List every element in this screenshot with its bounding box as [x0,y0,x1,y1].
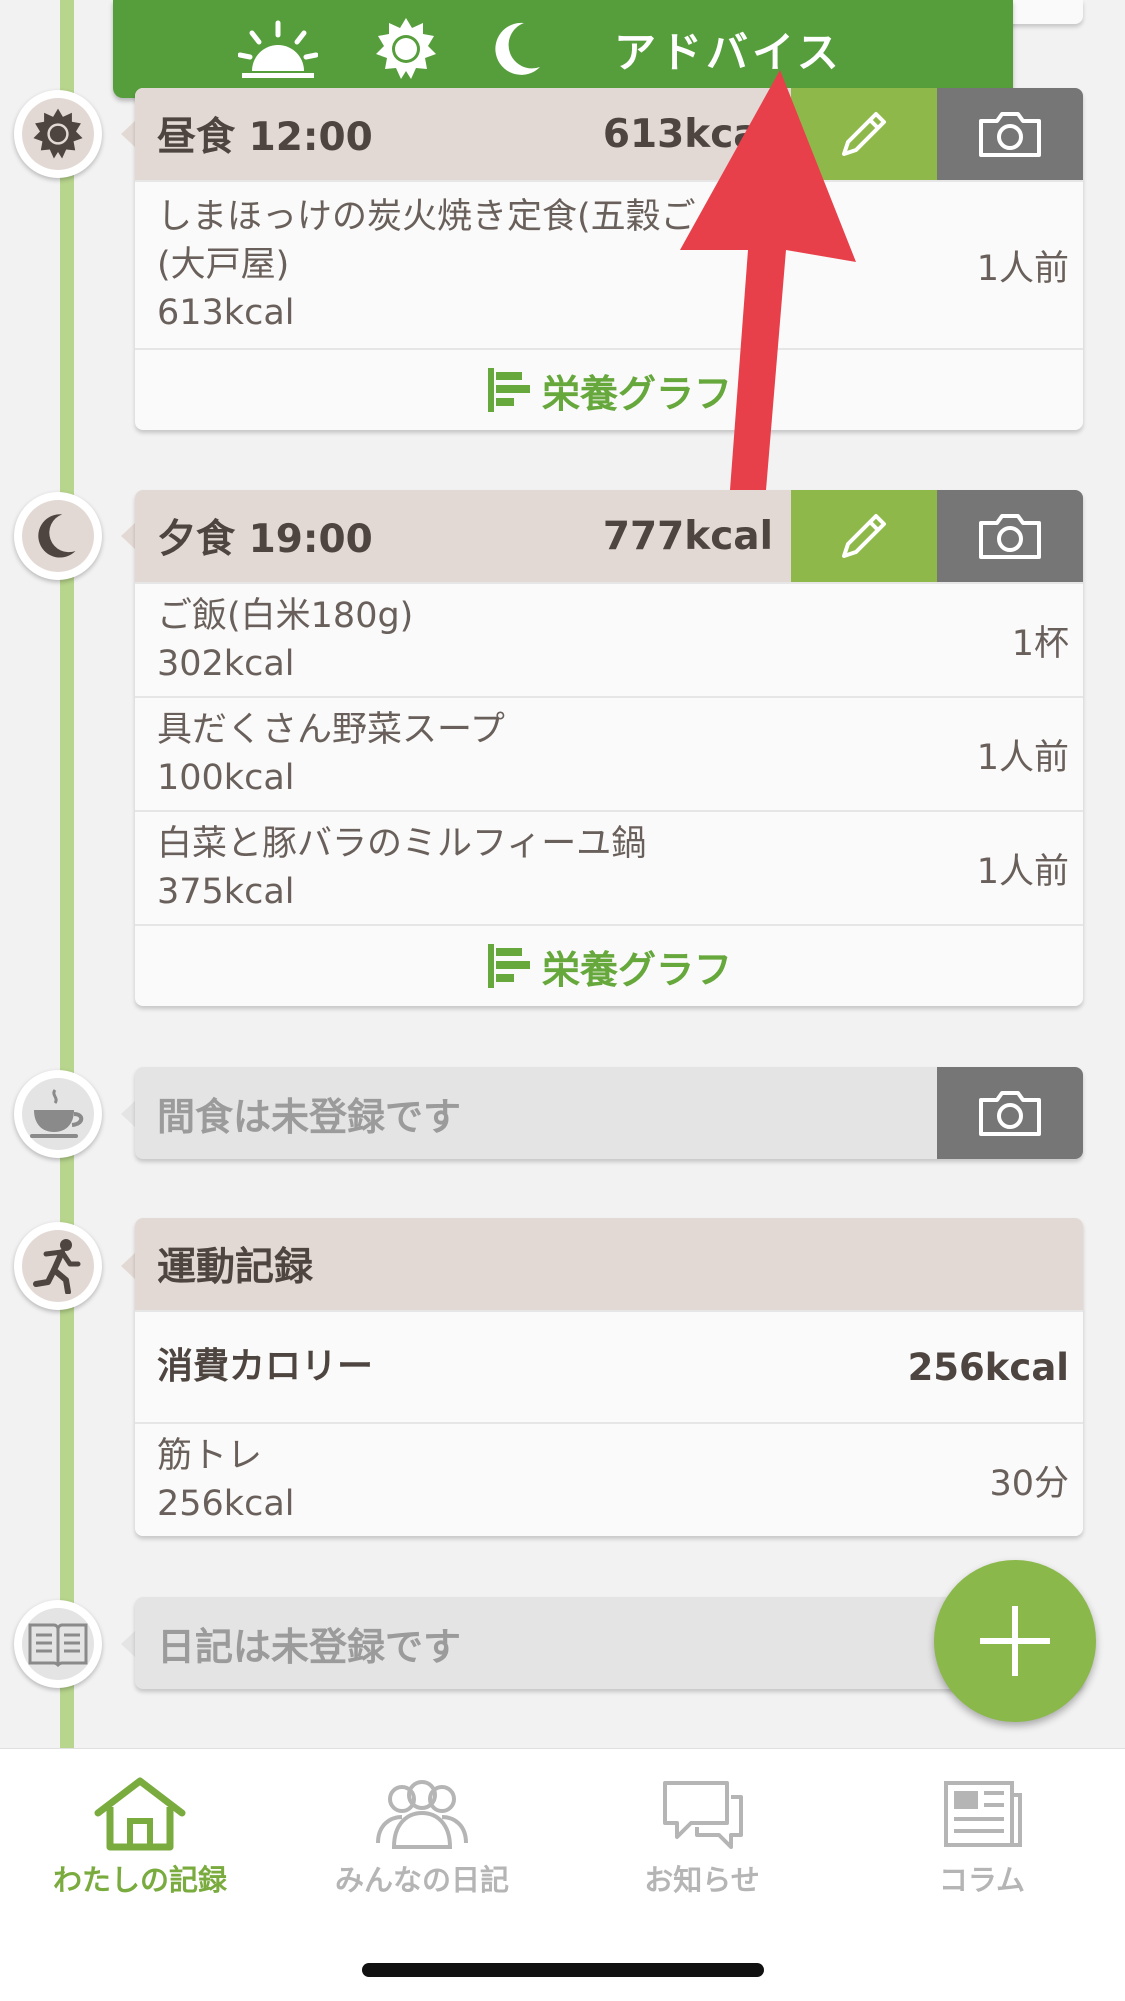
lunch-node [14,90,102,178]
diary-pointer [121,1630,136,1658]
dinner-title: 夕食 19:00 [157,517,373,562]
lunch-pointer [121,120,136,148]
newspaper-icon [944,1781,1022,1847]
exercise-title: 運動記録 [157,1245,314,1290]
home-icon [94,1777,186,1851]
tab-label: コラム [938,1863,1026,1897]
exercise-node [14,1222,102,1310]
food-kcal: 613kcal [157,293,295,333]
dinner-card: 夕食 19:00 777kcal ご飯(白米180g) 302kcal 1杯 具… [135,490,1083,1006]
exercise-header[interactable]: 運動記録 [135,1218,1083,1310]
food-quantity: 1人前 [976,851,1069,892]
bar-chart-icon [487,944,530,988]
calories-burned-label: 消費カロリー [157,1346,374,1387]
advice-label: アドバイス [614,27,843,77]
dinner-header[interactable]: 夕食 19:00 777kcal [135,490,1083,582]
bar-chart-icon [487,368,530,412]
lunch-header[interactable]: 昼食 12:00 613kcal [135,88,1083,180]
exercise-name: 筋トレ [157,1436,263,1476]
food-quantity: 1杯 [1011,623,1069,664]
lunch-edit-button[interactable] [791,88,937,180]
lunch-camera-button[interactable] [937,88,1083,180]
food-shop: (大戸屋) [157,245,290,285]
food-kcal: 100kcal [157,758,295,798]
timeline-line [60,0,74,1748]
moon-icon [495,22,540,75]
nutrition-graph-label: 栄養グラフ [541,947,732,992]
dinner-node [14,492,102,580]
list-item[interactable]: 白菜と豚バラのミルフィーユ鍋 375kcal 1人前 [135,810,1083,924]
calories-burned-value: 256kcal [907,1345,1069,1389]
running-person-icon [33,1239,81,1294]
snack-node [14,1070,102,1158]
tab-notifications[interactable]: お知らせ [582,1777,822,1899]
sun-icon [376,18,436,79]
snack-empty-text: 間食は未登録です [157,1094,462,1139]
dinner-edit-button[interactable] [791,490,937,582]
tab-label: お知らせ [644,1863,760,1897]
food-name: 白菜と豚バラのミルフィーユ鍋 [157,824,647,864]
food-quantity: 1人前 [976,248,1069,289]
book-icon [28,1623,88,1667]
pencil-icon [842,112,886,156]
camera-icon [979,1091,1041,1136]
lunch-nutrition-graph-button[interactable]: 栄養グラフ [135,348,1083,430]
dinner-pointer [121,522,136,550]
people-icon [376,1780,468,1849]
snack-pointer [121,1100,136,1128]
exercise-kcal: 256kcal [157,1484,295,1524]
tab-column[interactable]: コラム [862,1777,1102,1899]
snack-card[interactable]: 間食は未登録です [135,1067,1083,1159]
list-item[interactable]: 筋トレ 256kcal 30分 [135,1422,1083,1536]
food-name: 具だくさん野菜スープ [157,710,505,750]
tab-my-records[interactable]: わたしの記録 [20,1777,260,1899]
list-item[interactable]: ご飯(白米180g) 302kcal 1杯 [135,582,1083,696]
lunch-card: 昼食 12:00 613kcal しまほっけの炭火焼き定食(五穀ご (大戸屋) … [135,88,1083,430]
food-name: しまほっけの炭火焼き定食(五穀ご [157,197,696,237]
food-kcal: 302kcal [157,644,295,684]
snack-camera-button[interactable] [937,1067,1083,1159]
moon-icon [38,514,76,558]
pencil-icon [842,514,886,558]
food-name: ご飯(白米180g) [157,596,414,636]
nutrition-graph-label: 栄養グラフ [541,371,732,416]
food-kcal: 375kcal [157,872,295,912]
camera-icon [979,112,1041,157]
tab-everyone-diary[interactable]: みんなの日記 [302,1777,542,1899]
coffee-cup-icon [30,1089,84,1138]
plus-icon [980,1606,1050,1676]
food-quantity: 1人前 [976,737,1069,778]
dinner-kcal: 777kcal [602,513,773,559]
sunrise-icon [238,20,318,78]
home-indicator[interactable] [362,1963,764,1977]
sun-icon [33,108,83,159]
lunch-kcal: 613kcal [602,111,773,157]
diary-node [14,1600,102,1688]
dinner-nutrition-graph-button[interactable]: 栄養グラフ [135,924,1083,1006]
exercise-card: 運動記録 消費カロリー 256kcal 筋トレ 256kcal 30分 [135,1218,1083,1536]
tab-label: みんなの日記 [334,1863,509,1897]
add-record-button[interactable] [934,1560,1096,1722]
advice-banner[interactable]: アドバイス [113,0,1013,98]
exercise-pointer [121,1252,136,1280]
dinner-camera-button[interactable] [937,490,1083,582]
camera-icon [979,514,1041,559]
lunch-title: 昼食 12:00 [157,115,373,160]
exercise-duration: 30分 [989,1463,1069,1504]
calories-burned-row: 消費カロリー 256kcal [135,1310,1083,1422]
meal-time-icons [238,16,544,82]
tab-label: わたしの記録 [52,1863,227,1897]
list-item[interactable]: 具だくさん野菜スープ 100kcal 1人前 [135,696,1083,810]
list-item[interactable]: しまほっけの炭火焼き定食(五穀ご (大戸屋) 613kcal 1人前 [135,180,1083,348]
chat-icon [663,1781,743,1849]
